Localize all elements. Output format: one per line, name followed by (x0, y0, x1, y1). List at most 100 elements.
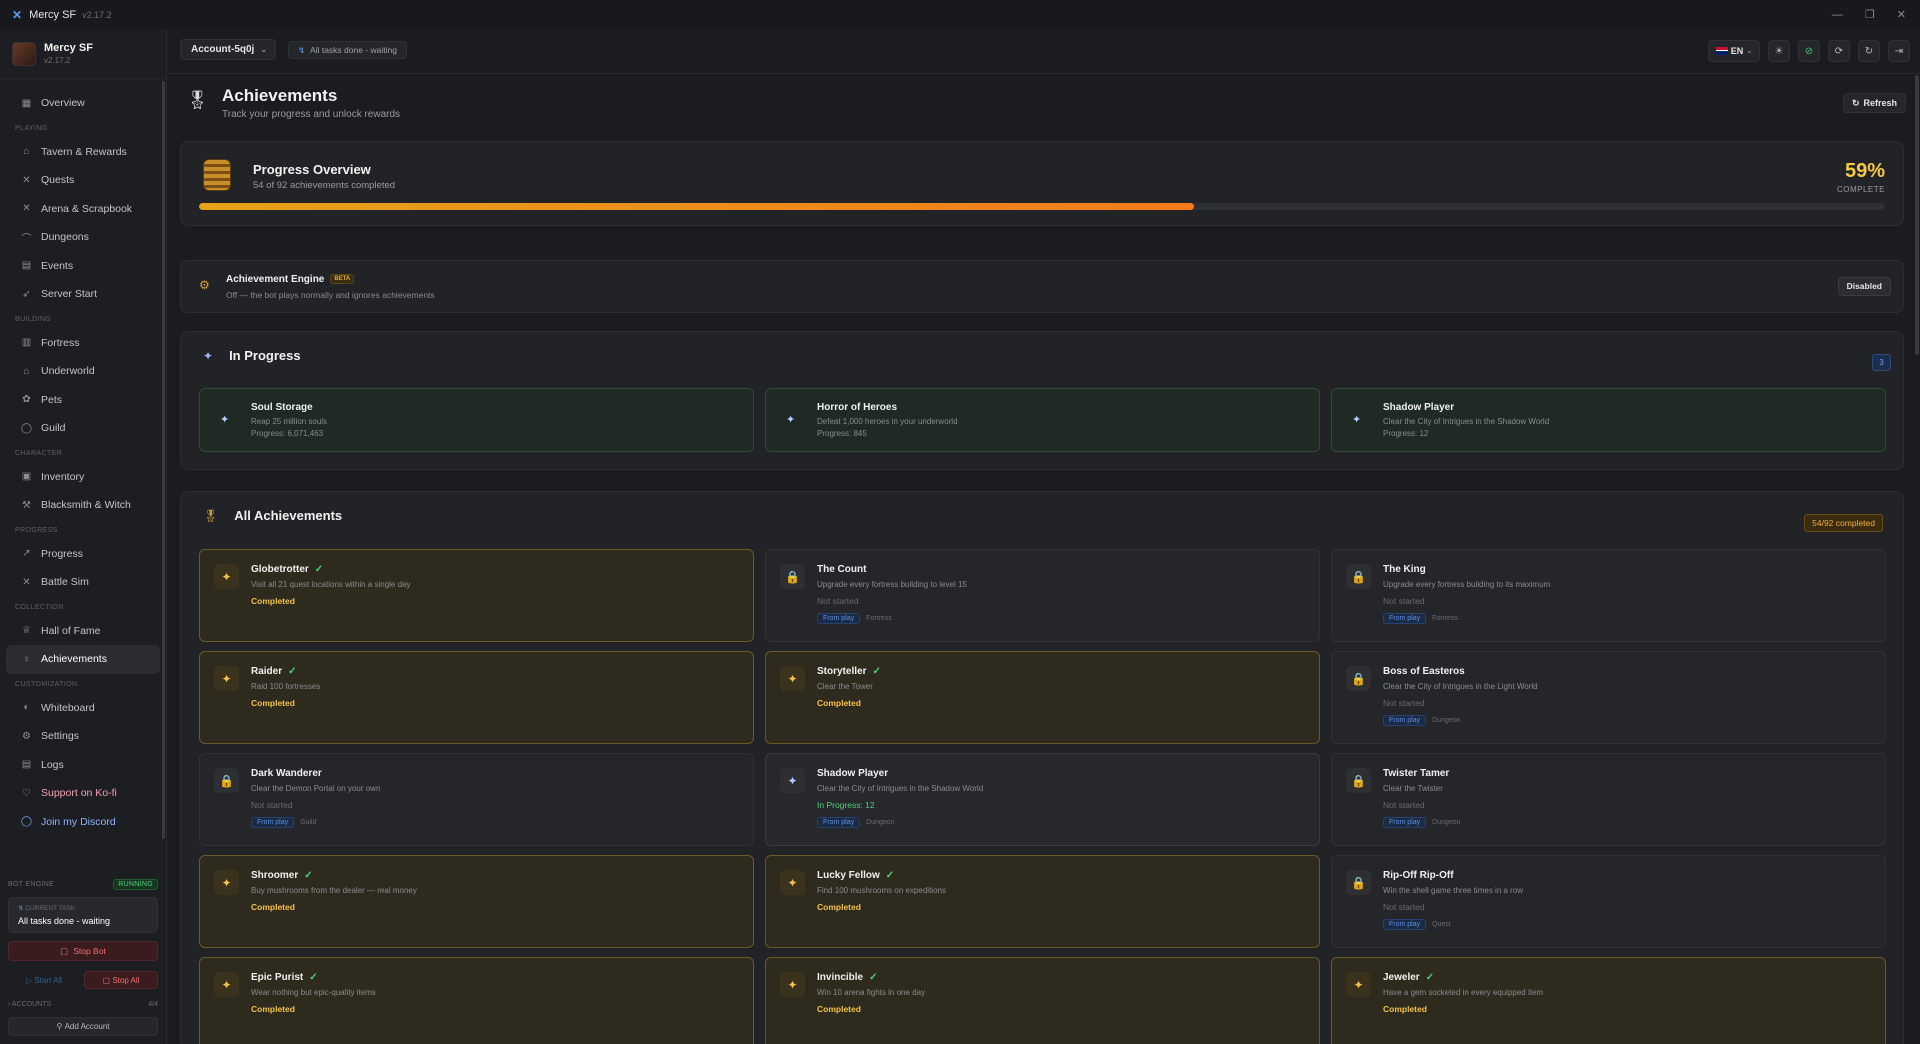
add-account-button[interactable]: ⚲ Add Account (8, 1017, 158, 1036)
sidebar-item-events[interactable]: ▤ Events (6, 252, 160, 281)
achievement-name: The Count (817, 564, 867, 575)
achievement-name: Globetrotter (251, 564, 309, 575)
sidebar-item-server-start[interactable]: ➶ Server Start (6, 280, 160, 309)
sidebar-item-join-my-discord[interactable]: ◯ Join my Discord (6, 808, 160, 837)
accounts-header[interactable]: › ACCOUNTS 4/4 (8, 1001, 158, 1008)
category-tag: Dungeon (1432, 717, 1461, 724)
sidebar-item-dungeons[interactable]: ⌒ Dungeons (6, 223, 160, 252)
current-task-label: CURRENT TASK (25, 905, 76, 912)
close-icon[interactable]: ✕ (1897, 8, 1906, 21)
sparkle-icon: ✦ (780, 666, 805, 691)
achievement-card[interactable]: ✦ Globetrotter ✓ Visit all 21 quest locatio… (199, 549, 754, 642)
achievement-card[interactable]: ✦ Invincible ✓ Win 10 arena fights in one d… (765, 957, 1320, 1044)
sidebar-item-battle-sim[interactable]: ✕ Battle Sim (6, 568, 160, 597)
sidebar-item-underworld[interactable]: ⌂ Underworld (6, 357, 160, 386)
sidebar-item-label: Settings (41, 730, 79, 743)
stop-all-button[interactable]: ▢ Stop All (84, 971, 158, 989)
logout-button[interactable]: ⇥ (1888, 40, 1910, 62)
achievement-description: Clear the Demon Portal on your own (251, 784, 381, 793)
in-progress-card[interactable]: ✦ Soul Storage Reap 25 million souls Progre… (199, 388, 754, 452)
trophy-icon: ♕ (22, 625, 31, 637)
refresh-button[interactable]: ↻ Refresh (1842, 93, 1906, 113)
progress-bar (199, 203, 1885, 210)
progress-bar-fill (199, 203, 1194, 210)
sidebar-item-arena-scrapbook[interactable]: ✕ Arena & Scrapbook (6, 195, 160, 224)
in-progress-card[interactable]: ✦ Horror of Heroes Defeat 1,000 heroes in … (765, 388, 1320, 452)
minimize-icon[interactable]: — (1832, 9, 1843, 21)
chevron-right-icon: › (8, 1001, 11, 1008)
achievement-status: Not started (1383, 902, 1425, 912)
sidebar-item-inventory[interactable]: ▣ Inventory (6, 463, 160, 492)
lock-icon: 🔒 (214, 768, 239, 793)
all-achievements-title: All Achievements (234, 508, 343, 523)
sidebar-item-settings[interactable]: ⚙ Settings (6, 722, 160, 751)
achievement-description: Defeat 1,000 heroes in your underworld (817, 417, 958, 426)
check-icon: ✓ (288, 666, 297, 677)
achievement-card[interactable]: 🔒 Twister Tamer Clear the Twister Not start… (1331, 753, 1886, 846)
accounts-label: ACCOUNTS (11, 1001, 52, 1008)
achievement-card[interactable]: 🔒 Boss of Easteros Clear the City of Intri… (1331, 651, 1886, 744)
stop-bot-label: Stop Bot (73, 946, 106, 956)
achievement-card[interactable]: ✦ Shadow Player Clear the City of Intrigue… (765, 753, 1320, 846)
sidebar-scrollbar[interactable] (162, 81, 165, 839)
check-icon: ✓ (309, 972, 318, 983)
bot-engine-label: BOT ENGINE (8, 881, 55, 888)
check-icon: ✓ (885, 870, 895, 881)
accounts-count: 4/4 (148, 1001, 158, 1008)
sidebar-item-guild[interactable]: ◯ Guild (6, 414, 160, 443)
engine-toggle-button[interactable]: Disabled (1837, 277, 1891, 296)
achievement-card[interactable]: ✦ Jeweler ✓ Have a gem socketed in every eq… (1331, 957, 1886, 1044)
achievement-card[interactable]: ✦ Raider ✓ Raid 100 fortresses Completed (199, 651, 754, 744)
add-account-label: Add Account (64, 1022, 110, 1031)
sidebar-item-logs[interactable]: ▤ Logs (6, 751, 160, 780)
sparkle-icon: ✦ (780, 870, 805, 895)
sidebar-item-blacksmith-witch[interactable]: ⚒ Blacksmith & Witch (6, 491, 160, 520)
sync-button[interactable]: ⟳ (1828, 40, 1850, 62)
lock-icon: 🔒 (1346, 564, 1371, 589)
sidebar-item-overview[interactable]: ▦ Overview (6, 89, 160, 118)
theme-toggle-button[interactable]: ☀ (1768, 40, 1790, 62)
sidebar-item-achievements[interactable]: ♀ Achievements (6, 645, 160, 674)
check-icon: ✓ (314, 564, 324, 575)
account-select[interactable]: Account-5q0j ⌄ (180, 39, 276, 60)
achievement-status: Completed (1383, 1004, 1427, 1014)
task-icon: ↯ (18, 905, 24, 912)
achievement-description: Upgrade every fortress building to its m… (1383, 580, 1551, 589)
achievement-card[interactable]: ✦ Shroomer ✓ Buy mushrooms from the dealer … (199, 855, 754, 948)
reload-icon: ↻ (1864, 45, 1874, 57)
maximize-icon[interactable]: ❐ (1865, 8, 1875, 21)
sidebar-item-whiteboard[interactable]: ◐ Whiteboard (6, 694, 160, 723)
category-tag: Guild (300, 819, 317, 826)
achievement-card[interactable]: 🔒 Dark Wanderer Clear the Demon Portal on … (199, 753, 754, 846)
sidebar-item-tavern-rewards[interactable]: ⌂ Tavern & Rewards (6, 138, 160, 167)
in-progress-card[interactable]: ✦ Shadow Player Clear the City of Intrigue… (1331, 388, 1886, 452)
sidebar-item-hall-of-fame[interactable]: ♕ Hall of Fame (6, 617, 160, 646)
achievement-card[interactable]: 🔒 The King Upgrade every fortress building… (1331, 549, 1886, 642)
sidebar-item-fortress[interactable]: ▥ Fortress (6, 329, 160, 358)
achievement-card[interactable]: ✦ Epic Purist ✓ Wear nothing but epic-quali… (199, 957, 754, 1044)
medal-icon: 🎖 (186, 90, 209, 110)
sidebar-item-support-on-ko-fi[interactable]: ♡ Support on Ko-fi (6, 779, 160, 808)
sidebar-item-progress[interactable]: ↗ Progress (6, 540, 160, 569)
brand-name: Mercy SF (44, 42, 93, 54)
achievement-card[interactable]: 🔒 Rip-Off Rip-Off Win the shell game three… (1331, 855, 1886, 948)
achievement-card[interactable]: ✦ Storyteller ✓ Clear the Tower Completed (765, 651, 1320, 744)
reload-button[interactable]: ↻ (1858, 40, 1880, 62)
sidebar-item-label: Dungeons (41, 231, 89, 244)
achievement-name: Twister Tamer (1383, 768, 1450, 779)
add-user-icon: ⚲ (56, 1022, 65, 1031)
check-icon: ✓ (869, 972, 878, 983)
achievement-description: Clear the Twister (1383, 784, 1443, 793)
sidebar-item-pets[interactable]: ✿ Pets (6, 386, 160, 415)
lock-icon: 🔒 (1346, 666, 1371, 691)
sidebar-item-quests[interactable]: ✕ Quests (6, 166, 160, 195)
check-icon: ✓ (1425, 972, 1435, 983)
achievement-card[interactable]: 🔒 The Count Upgrade every fortress buildin… (765, 549, 1320, 642)
stop-all-icon: ▢ (102, 975, 113, 985)
start-all-button[interactable]: ▷ Start All (8, 971, 80, 989)
language-select[interactable]: EN ⌄ (1708, 40, 1760, 62)
visibility-toggle-button[interactable]: ⊘ (1798, 40, 1820, 62)
backpack-icon: ▣ (21, 471, 32, 483)
stop-bot-button[interactable]: ▢ Stop Bot (8, 941, 158, 961)
achievement-card[interactable]: ✦ Lucky Fellow ✓ Find 100 mushrooms on expe… (765, 855, 1320, 948)
